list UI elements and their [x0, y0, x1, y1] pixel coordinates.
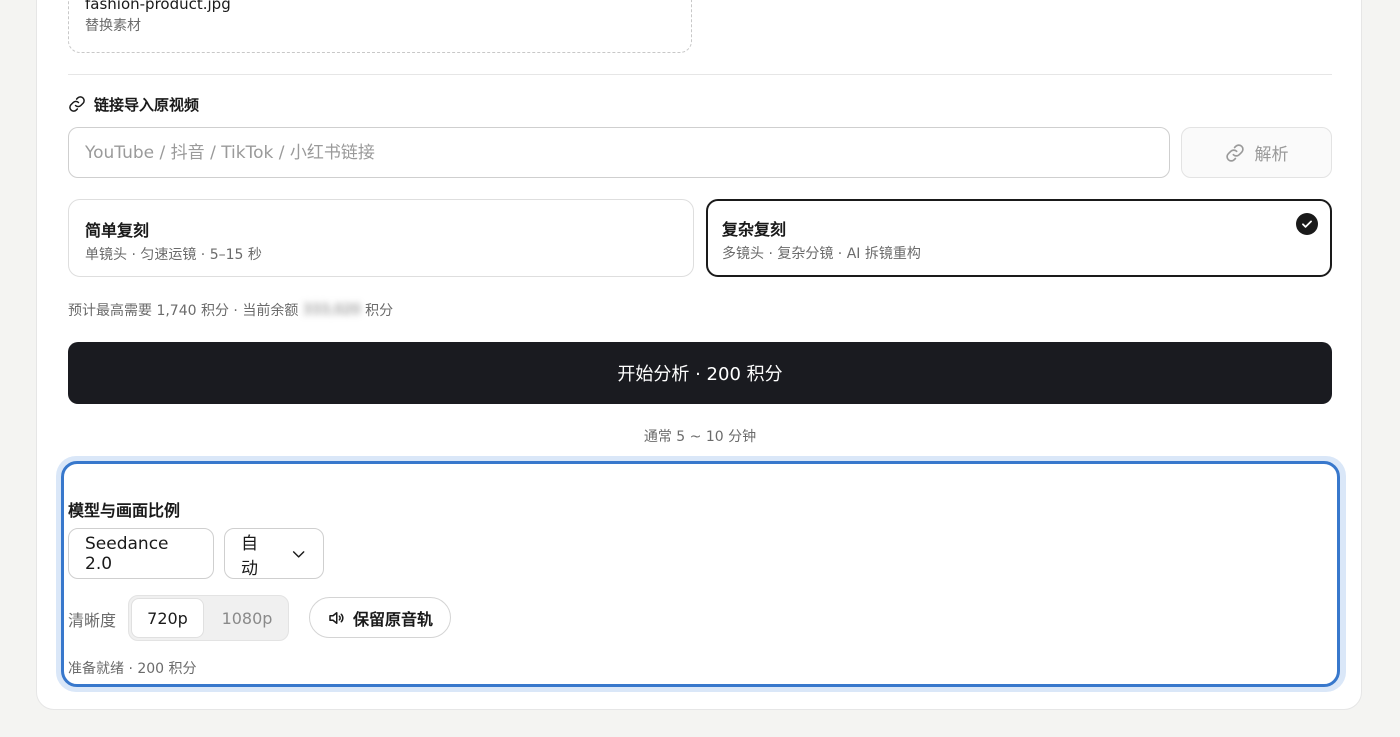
mode-simple-title: 简单复刻 [85, 221, 150, 240]
resolution-option-720p[interactable]: 720p [131, 598, 204, 638]
video-url-input[interactable] [68, 127, 1170, 178]
upload-dropzone[interactable]: fashion-product.jpg 替换素材 [68, 0, 692, 53]
link-icon [1225, 143, 1244, 162]
credit-estimate: 预计最高需要 1,740 积分 · 当前余额 333,020 积分 [68, 300, 393, 320]
mode-complex-title: 复杂复刻 [722, 220, 787, 239]
parse-button[interactable]: 解析 [1181, 127, 1332, 178]
link-import-title: 链接导入原视频 [94, 95, 200, 114]
mode-simple-card[interactable]: 简单复刻 单镜头 · 匀速运镜 · 5–15 秒 [68, 199, 694, 277]
keep-original-audio-toggle[interactable]: 保留原音轨 [309, 597, 451, 638]
upload-filename: fashion-product.jpg [85, 0, 231, 13]
resolution-toggle: 720p 1080p [128, 595, 289, 641]
chevron-down-icon [292, 550, 305, 558]
resolution-option-1080p[interactable]: 1080p [208, 598, 286, 638]
model-panel-title: 模型与画面比例 [68, 501, 181, 520]
resolution-label: 清晰度 [68, 611, 117, 630]
estimate-prefix: 预计最高需要 1,740 积分 · 当前余额 [68, 303, 303, 319]
mode-complex-card[interactable]: 复杂复刻 多镜头 · 复杂分镜 · AI 拆镜重构 [706, 199, 1332, 277]
model-select-value: Seedance 2.0 [85, 533, 169, 574]
replace-material-link[interactable]: 替换素材 [85, 17, 141, 35]
model-select[interactable]: Seedance 2.0 [68, 528, 214, 579]
link-icon [69, 96, 85, 112]
mode-complex-desc: 多镜头 · 复杂分镜 · AI 拆镜重构 [722, 246, 921, 262]
balance-value-blurred: 333,020 [302, 302, 361, 318]
aspect-ratio-value: 自动 [241, 533, 258, 579]
start-analysis-button[interactable]: 开始分析 · 200 积分 [68, 342, 1332, 404]
mode-simple-desc: 单镜头 · 匀速运镜 · 5–15 秒 [85, 247, 262, 263]
keep-audio-label: 保留原音轨 [352, 609, 433, 629]
link-import-label: 链接导入原视频 [68, 94, 199, 114]
speaker-icon [329, 611, 344, 624]
selected-check-icon [1296, 213, 1318, 235]
section-divider [68, 74, 1332, 75]
estimate-suffix: 积分 [360, 303, 394, 319]
aspect-ratio-select[interactable]: 自动 [224, 528, 324, 579]
duration-note: 通常 5 ~ 10 分钟 [643, 429, 757, 445]
parse-button-label: 解析 [1254, 145, 1289, 165]
ready-status: 准备就绪 · 200 积分 [68, 661, 197, 677]
